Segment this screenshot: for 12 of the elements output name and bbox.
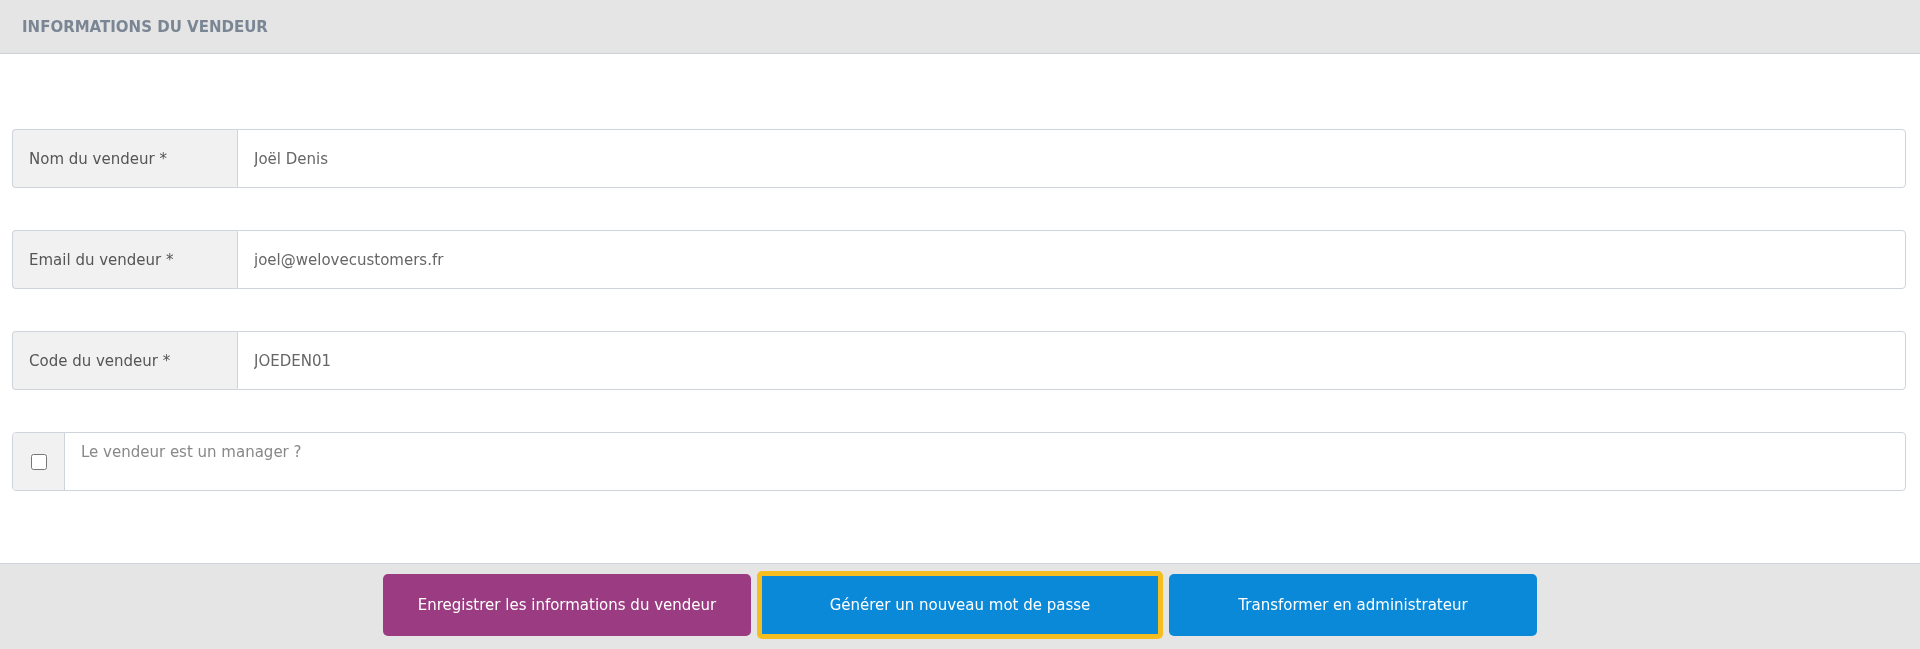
action-button[interactable]: Enregistrer les informations du vendeur	[383, 574, 751, 636]
input-field[interactable]: JOEDEN01	[237, 331, 1906, 390]
input-field[interactable]: Joël Denis	[237, 129, 1906, 188]
panel-title: INFORMATIONS DU VENDEUR	[22, 17, 268, 36]
field-label: Code du vendeur *	[12, 331, 237, 390]
action-button[interactable]: Transformer en administrateur	[1169, 574, 1537, 636]
input-field[interactable]: joel@welovecustomers.fr	[237, 230, 1906, 289]
field-label: Nom du vendeur *	[12, 129, 237, 188]
checkbox[interactable]	[30, 453, 47, 470]
checkbox-label: Le vendeur est un manager ?	[80, 442, 303, 463]
field-label: Email du vendeur *	[12, 230, 237, 289]
action-button[interactable]: Générer un nouveau mot de passe	[757, 571, 1163, 639]
